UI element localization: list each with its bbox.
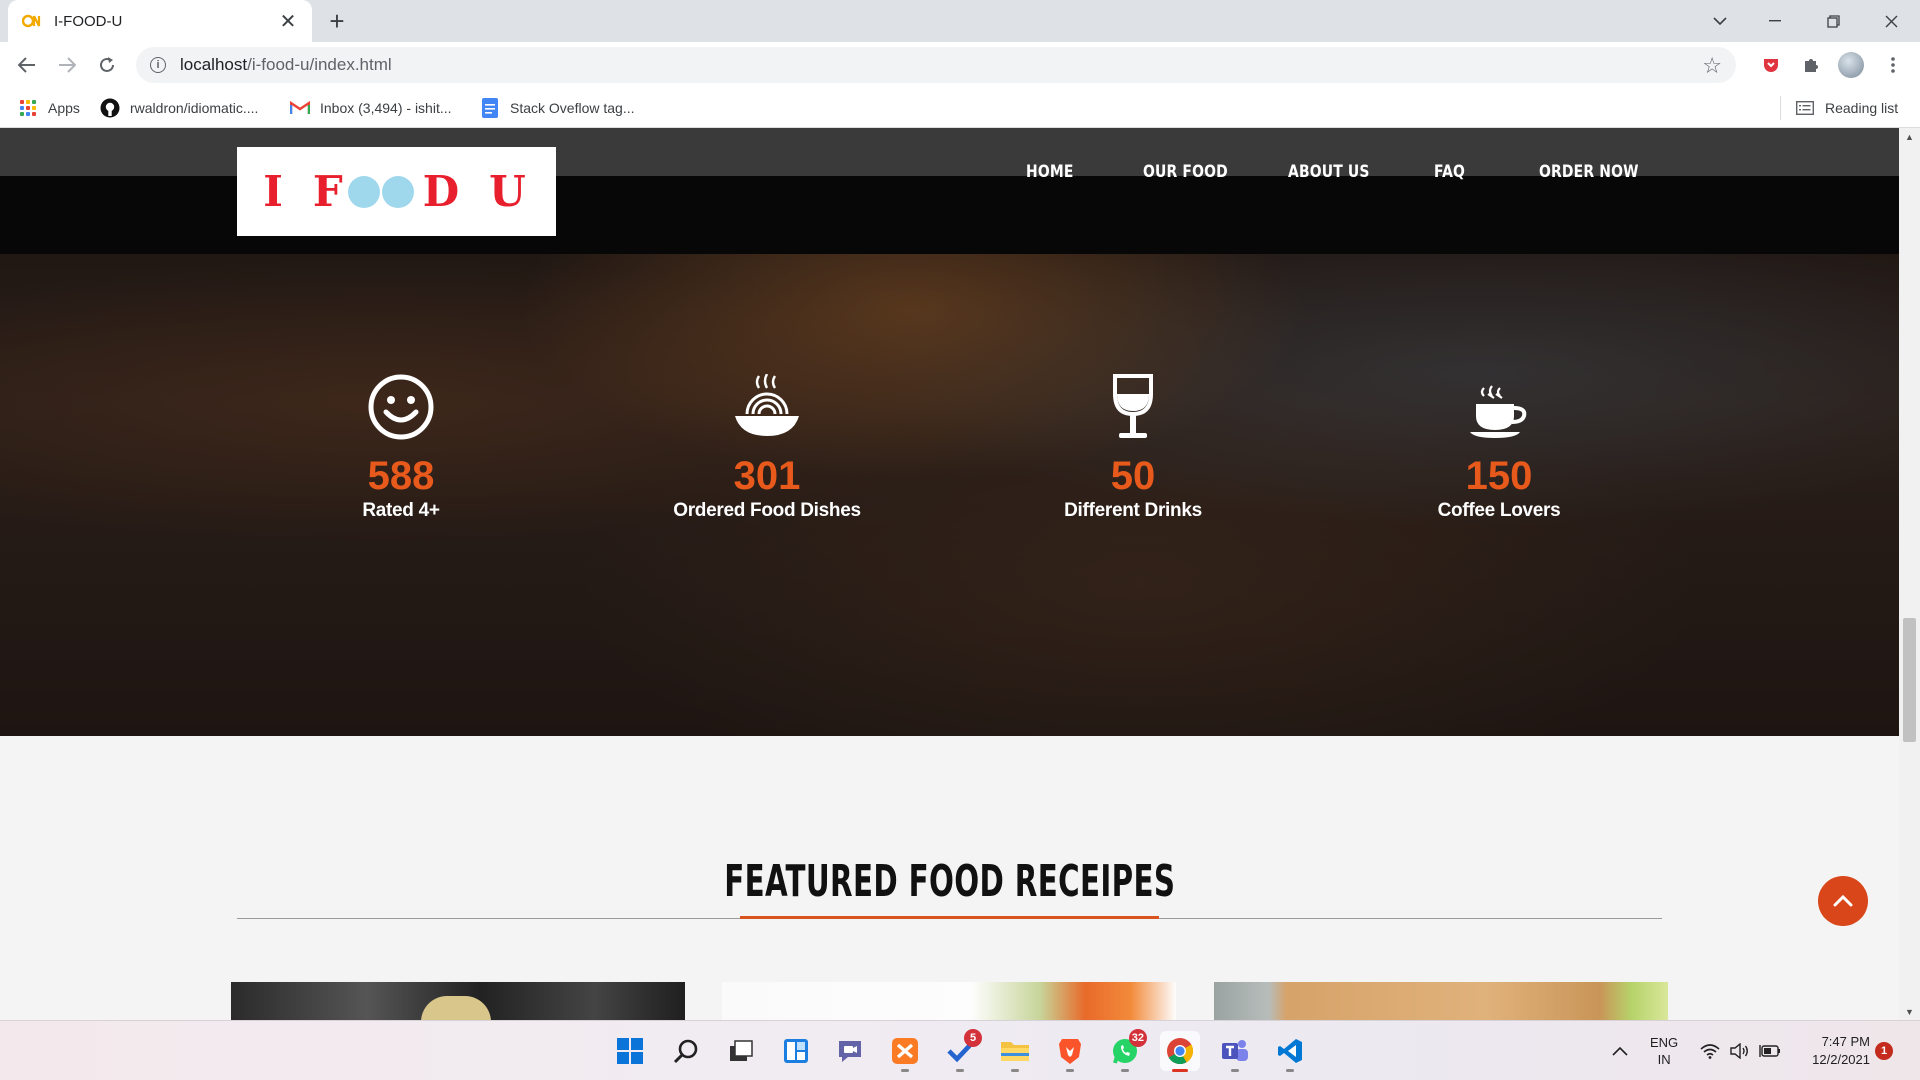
address-bar[interactable]: i localhost/i-food-u/index.html ☆ [136,47,1736,83]
nav-our-food[interactable]: OUR FOOD [1143,162,1228,182]
reading-list-button[interactable]: Reading list [1795,96,1898,120]
logo-o-circle [381,175,414,208]
nav-home[interactable]: HOME [1026,162,1074,182]
new-tab-button[interactable]: + [322,6,352,36]
teams-icon[interactable] [1215,1031,1255,1072]
vscode-icon[interactable] [1270,1031,1310,1072]
xampp-icon[interactable] [885,1031,925,1072]
show-hidden-icons-chevron-icon[interactable] [1612,1021,1628,1080]
battery-icon[interactable] [1759,1021,1781,1080]
scroll-to-top-button[interactable] [1818,876,1868,926]
url-text: localhost/i-food-u/index.html [180,55,392,74]
chrome-icon[interactable] [1160,1031,1200,1072]
recipe-card-image[interactable] [722,982,1176,1020]
clock[interactable]: 7:47 PM 12/2/2021 [1800,1021,1870,1080]
reload-button[interactable] [92,50,122,80]
stat-label: Different Drinks [1064,500,1202,521]
site-info-icon[interactable]: i [150,57,166,73]
whatsapp-icon[interactable]: 32 [1105,1029,1147,1072]
chat-icon[interactable] [830,1031,870,1071]
stat-different-drinks: 50 Different Drinks [983,368,1283,522]
stat-value: 150 [1465,454,1533,498]
bookmarks-bar: Apps rwaldron/idiomatic.... Inbox (3,494… [0,88,1920,128]
smiley-icon [251,368,551,440]
widgets-icon[interactable] [776,1031,816,1071]
site-favicon-icon [22,12,44,30]
browser-menu-icon[interactable] [1880,52,1906,78]
language-indicator[interactable]: ENG IN [1650,1021,1678,1080]
stat-value: 301 [733,454,801,498]
bookmark-star-icon[interactable]: ☆ [1702,53,1722,79]
featured-title: FEATURED FOOD RECEIPES [723,856,1176,907]
tab-close-icon[interactable]: ✕ [278,9,298,34]
bookmark-apps[interactable]: Apps [18,96,80,120]
bookmark-github[interactable]: rwaldron/idiomatic.... [100,96,258,120]
bookmarks-divider [1780,96,1781,120]
bookmark-stackoverflow[interactable]: Stack Oveflow tag... [480,96,635,120]
whatsapp-badge: 32 [1128,1029,1147,1047]
scroll-thumb[interactable] [1903,618,1916,742]
brave-browser-icon[interactable] [1050,1031,1090,1072]
profile-avatar[interactable] [1838,52,1864,78]
extensions-puzzle-icon[interactable] [1798,52,1824,78]
tab-search-icon[interactable] [1697,0,1743,42]
pocket-extension-icon[interactable] [1758,52,1784,78]
scroll-down-arrow-icon[interactable]: ▼ [1899,1003,1920,1020]
todo-badge: 5 [964,1029,982,1047]
stat-value: 50 [1110,454,1156,498]
apps-grid-icon [18,98,38,118]
forward-button[interactable] [52,50,82,80]
nav-about-us[interactable]: ABOUT US [1288,162,1370,182]
minimize-button[interactable] [1752,0,1798,42]
coffee-cup-icon [1349,368,1649,440]
taskbar: 5 32 ENG IN 7:47 PM 12/2/2021 1 [0,1020,1920,1080]
start-windows-icon[interactable] [610,1031,650,1071]
recipe-card-image[interactable] [1214,982,1668,1020]
stat-label: Ordered Food Dishes [673,500,861,521]
bookmark-gmail[interactable]: Inbox (3,494) - ishit... [290,96,452,120]
site-logo[interactable]: I F D U [237,147,556,236]
stat-ordered-dishes: 301 Ordered Food Dishes [617,368,917,522]
gmail-icon [290,98,310,118]
scroll-up-arrow-icon[interactable]: ▲ [1899,128,1920,145]
noodle-bowl-icon [617,368,917,440]
featured-title-underline [740,916,1159,919]
docs-icon [480,98,500,118]
back-button[interactable] [12,50,42,80]
close-window-button[interactable] [1868,0,1914,42]
notification-center-button[interactable]: 1 [1875,1021,1893,1080]
file-explorer-icon[interactable] [995,1031,1035,1072]
stat-label: Coffee Lovers [1437,500,1561,521]
stat-rated: 588 Rated 4+ [251,368,551,522]
stat-value: 588 [367,454,435,498]
tab-title: I-FOOD-U [54,12,123,30]
notification-count-badge: 1 [1875,1042,1893,1060]
logo-o-circle [347,175,380,208]
github-icon [100,98,120,118]
reading-list-icon [1795,98,1815,118]
nav-order-now[interactable]: ORDER NOW [1539,162,1639,182]
wifi-icon[interactable] [1700,1021,1720,1080]
wine-glass-icon [983,368,1283,440]
chevron-up-icon [1833,895,1853,907]
browser-toolbar: i localhost/i-food-u/index.html ☆ [0,42,1920,88]
stat-label: Rated 4+ [362,500,440,521]
volume-icon[interactable] [1729,1021,1749,1080]
restore-button[interactable] [1810,0,1856,42]
page-viewport: I F D U HOME OUR FOOD ABOUT US FAQ ORDER… [0,128,1899,1020]
stat-coffee-lovers: 150 Coffee Lovers [1349,368,1649,522]
task-view-icon[interactable] [721,1031,761,1071]
page-scrollbar[interactable]: ▲ ▼ [1899,128,1920,1020]
site-navbar: I F D U HOME OUR FOOD ABOUT US FAQ ORDER… [0,128,1899,254]
browser-tab-bar: I-FOOD-U ✕ + [0,0,1920,42]
browser-tab[interactable]: I-FOOD-U ✕ [8,0,312,42]
todo-app-icon[interactable]: 5 [940,1029,982,1072]
search-icon[interactable] [666,1031,706,1071]
nav-faq[interactable]: FAQ [1434,162,1465,182]
recipe-card-image[interactable] [231,982,685,1020]
